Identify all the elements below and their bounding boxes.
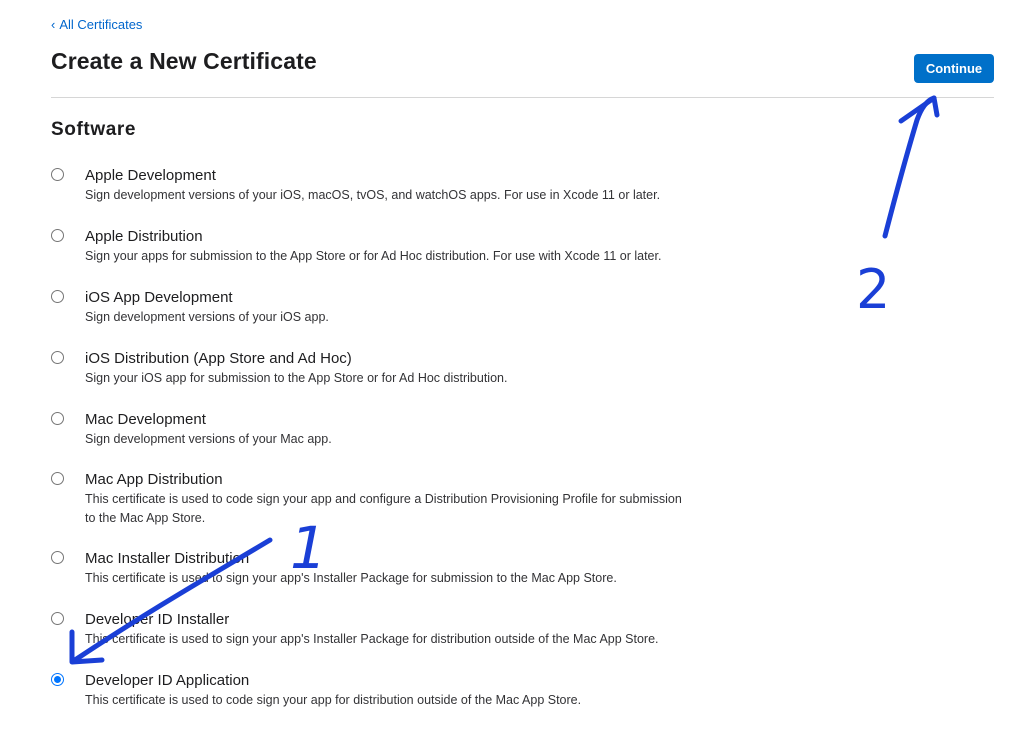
arrow-to-continue (882, 95, 937, 239)
option-title: iOS App Development (85, 289, 233, 306)
option-description: This certificate is used to sign your ap… (85, 571, 617, 585)
option-title: Apple Development (85, 167, 216, 184)
option-title: iOS Distribution (App Store and Ad Hoc) (85, 350, 352, 367)
option-title: Mac App Distribution (85, 471, 223, 488)
all-certificates-link[interactable]: ‹ All Certificates (51, 17, 142, 32)
option-title: Apple Distribution (85, 228, 203, 245)
option-description: Sign development versions of your iOS ap… (85, 310, 329, 324)
radio-button-selected[interactable] (51, 673, 64, 686)
option-title: Mac Installer Distribution (85, 550, 250, 567)
arrowhead-continue (898, 95, 940, 124)
radio-button[interactable] (51, 412, 64, 425)
radio-button[interactable] (51, 229, 64, 242)
option-description: Sign your iOS app for submission to the … (85, 371, 508, 385)
step-number-two: 2 (856, 258, 890, 321)
option-description: Sign development versions of your iOS, m… (85, 188, 661, 202)
option-description: Sign development versions of your Mac ap… (85, 432, 332, 446)
section-heading-software: Software (51, 119, 137, 140)
radio-button[interactable] (51, 351, 64, 364)
radio-button[interactable] (51, 290, 64, 303)
option-title: Developer ID Installer (85, 611, 230, 628)
option-description: This certificate is used to sign your ap… (85, 632, 659, 646)
option-title: Mac Development (85, 411, 206, 428)
radio-button[interactable] (51, 168, 64, 181)
option-description: Sign your apps for submission to the App… (85, 249, 662, 263)
page: ‹ All Certificates Create a New Certifica… (0, 0, 1029, 745)
option-description: This certificate is used to code sign yo… (85, 492, 682, 525)
radio-button[interactable] (51, 551, 64, 564)
option-description: This certificate is used to code sign yo… (85, 693, 582, 707)
radio-button[interactable] (51, 472, 64, 485)
continue-button[interactable]: Continue (914, 54, 994, 83)
radio-button[interactable] (51, 612, 64, 625)
back-link-label: All Certificates (59, 17, 143, 32)
chevron-left-icon: ‹ (51, 17, 56, 32)
option-title: Developer ID Application (85, 672, 250, 689)
header-divider (51, 97, 994, 98)
page-title: Create a New Certificate (51, 48, 317, 74)
